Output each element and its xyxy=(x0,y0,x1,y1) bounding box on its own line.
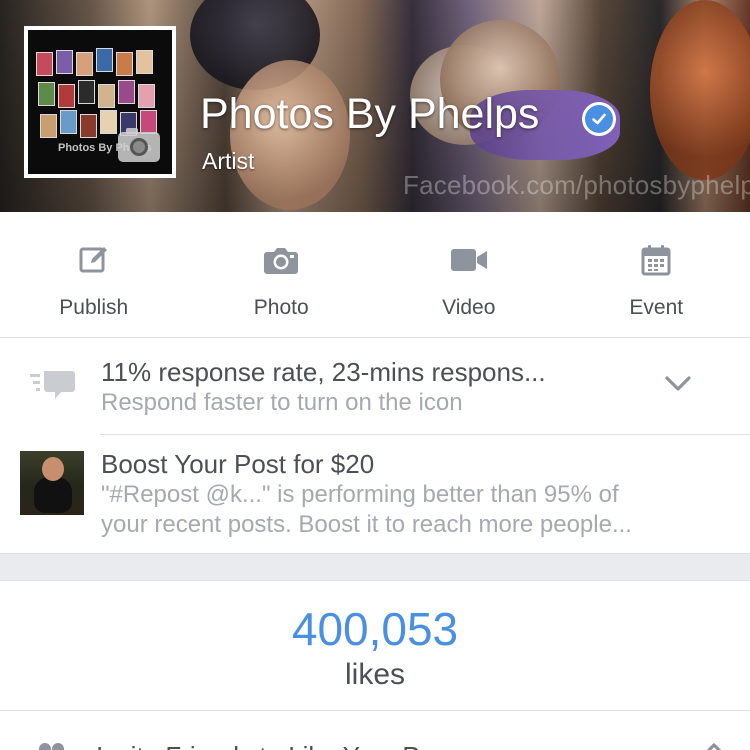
publish-label: Publish xyxy=(59,296,129,319)
camera-icon xyxy=(263,244,299,276)
collage-tile xyxy=(78,80,95,104)
collage-tile xyxy=(60,110,77,134)
collage-tile xyxy=(98,84,115,108)
boost-post-row[interactable]: Boost Your Post for $20 "#Repost @k..." … xyxy=(0,435,750,552)
speech-bubble-icon xyxy=(28,369,76,408)
camera-icon[interactable] xyxy=(118,128,160,162)
event-button[interactable]: Event xyxy=(563,212,750,337)
collage-tile xyxy=(58,84,75,108)
collage-tile xyxy=(140,110,157,134)
likes-label: likes xyxy=(344,658,405,691)
chevron-down-icon[interactable] xyxy=(664,375,692,398)
response-rate-title: 11% response rate, 23-mins respons... xyxy=(101,357,546,387)
page-title: Photos By Phelps xyxy=(200,90,540,138)
post-thumbnail xyxy=(20,451,84,515)
page-category: Artist xyxy=(202,148,255,174)
collage-tile xyxy=(38,82,55,106)
calendar-icon xyxy=(641,244,671,276)
response-rate-row[interactable]: 11% response rate, 23-mins respons... Re… xyxy=(0,339,750,435)
cover-watermark: Facebook.com/photosbyphelps xyxy=(403,170,750,200)
collage-tile xyxy=(118,80,135,104)
collage-tile xyxy=(136,50,153,74)
boost-title: Boost Your Post for $20 xyxy=(101,449,375,479)
video-button[interactable]: Video xyxy=(375,212,563,337)
collage-tile xyxy=(100,110,117,134)
collage-tile xyxy=(56,50,73,74)
invite-friends-row[interactable]: Invite Friends to Like Your Page xyxy=(0,711,750,750)
cover-figure xyxy=(650,0,750,180)
verified-badge-icon xyxy=(582,102,616,136)
collage-tile xyxy=(138,84,155,108)
video-camera-icon xyxy=(450,244,488,276)
profile-picture-collage: Photos By Phelps xyxy=(28,30,172,174)
profile-picture[interactable]: Photos By Phelps xyxy=(24,26,176,178)
publish-button[interactable]: Publish xyxy=(0,212,188,337)
boost-body-line-1: "#Repost @k..." is performing better tha… xyxy=(101,481,619,508)
chevron-up-icon[interactable] xyxy=(700,741,728,750)
likes-count: 400,053 xyxy=(291,603,459,655)
people-icon xyxy=(34,741,68,750)
collage-tile xyxy=(76,52,93,76)
video-label: Video xyxy=(442,296,496,319)
collage-tile xyxy=(116,52,133,76)
response-rate-subtitle: Respond faster to turn on the icon xyxy=(101,389,463,416)
section-separator xyxy=(0,553,750,581)
photo-label: Photo xyxy=(253,296,309,319)
action-bar: Publish Photo Video Event xyxy=(0,212,750,338)
event-label: Event xyxy=(629,296,684,319)
collage-tile xyxy=(80,114,97,138)
cover-photo[interactable]: Facebook.com/photosbyphelps Photos By Ph… xyxy=(0,0,750,212)
photo-button[interactable]: Photo xyxy=(188,212,376,337)
boost-body-line-2: your recent posts. Boost it to reach mor… xyxy=(101,511,632,538)
collage-tile xyxy=(96,48,113,72)
compose-icon xyxy=(78,244,110,276)
collage-tile xyxy=(36,52,53,76)
invite-friends-label: Invite Friends to Like Your Page xyxy=(96,741,463,750)
collage-tile xyxy=(40,114,57,138)
likes-summary[interactable]: 400,053 likes xyxy=(0,582,750,710)
